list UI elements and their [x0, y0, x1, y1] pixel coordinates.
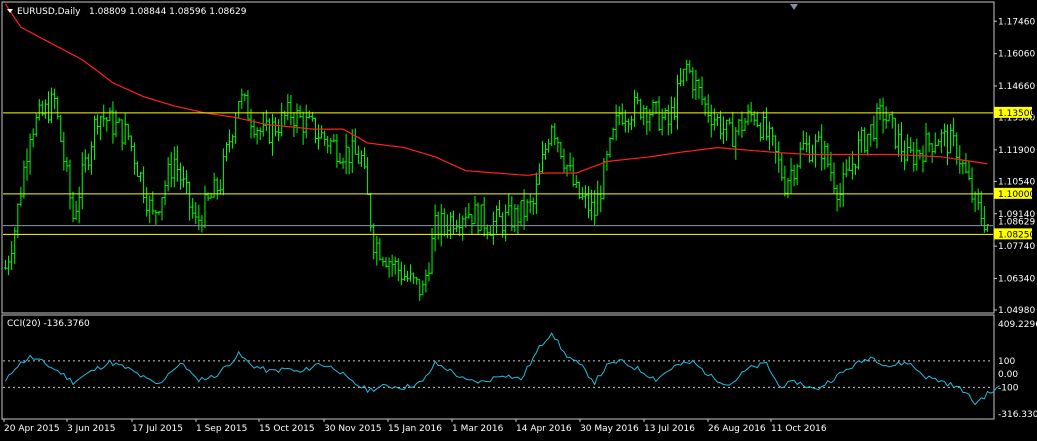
level-label: 1.08250: [998, 230, 1035, 240]
date-tick-label: 14 Apr 2016: [516, 424, 572, 434]
date-tick-label: 20 Apr 2015: [4, 424, 60, 434]
date-tick-label: 26 Aug 2016: [708, 424, 766, 434]
date-tick-label: 17 Jul 2015: [132, 424, 183, 434]
price-tick-label: 1.16060: [998, 50, 1035, 60]
price-tick-label: 1.11900: [998, 146, 1035, 156]
cci-tick-label: 409.2296: [998, 320, 1037, 330]
cci-tick-label: -100: [998, 383, 1019, 393]
date-tick-label: 15 Oct 2015: [259, 424, 315, 434]
price-tick-label: 1.17460: [998, 17, 1035, 27]
date-tick-label: 15 Jan 2016: [388, 424, 442, 434]
price-tick-label: 1.10540: [998, 177, 1035, 187]
date-tick-label: 13 Jul 2016: [644, 424, 695, 434]
date-tick-label: 3 Jun 2015: [67, 424, 115, 434]
price-tick-label: 1.06340: [998, 275, 1035, 285]
cci-title: CCI(20) -136.3760: [7, 319, 90, 329]
price-tick-label: 1.14660: [998, 82, 1035, 92]
ohlc-values: 1.08809 1.08844 1.08596 1.08629: [89, 7, 247, 17]
cci-tick-label: -316.3306: [998, 410, 1037, 420]
date-tick-label: 30 May 2016: [580, 424, 639, 434]
date-tick-label: 30 Nov 2015: [324, 424, 382, 434]
price-tick-label: 1.04980: [998, 306, 1035, 316]
level-label: 1.10000: [998, 190, 1035, 200]
price-tick-label: 1.07740: [998, 242, 1035, 252]
level-label: 1.13500: [998, 109, 1035, 119]
cci-tick-label: 100: [998, 357, 1015, 367]
current-price-marker: 1.08629: [998, 218, 1035, 228]
chart-title: EURUSD,Daily: [17, 7, 81, 17]
chart-canvas: 1.17460 1.16060 1.14660 1.13300 1.11900 …: [0, 0, 1037, 441]
current-price-label: 1.08629: [998, 218, 1035, 228]
date-tick-label: 1 Sep 2015: [196, 424, 247, 434]
cci-tick-label: 0.00: [998, 370, 1018, 380]
date-tick-label: 1 Mar 2016: [452, 424, 504, 434]
chart-header: EURUSD,Daily 1.08809 1.08844 1.08596 1.0…: [7, 7, 247, 17]
date-tick-label: 11 Oct 2016: [771, 424, 827, 434]
